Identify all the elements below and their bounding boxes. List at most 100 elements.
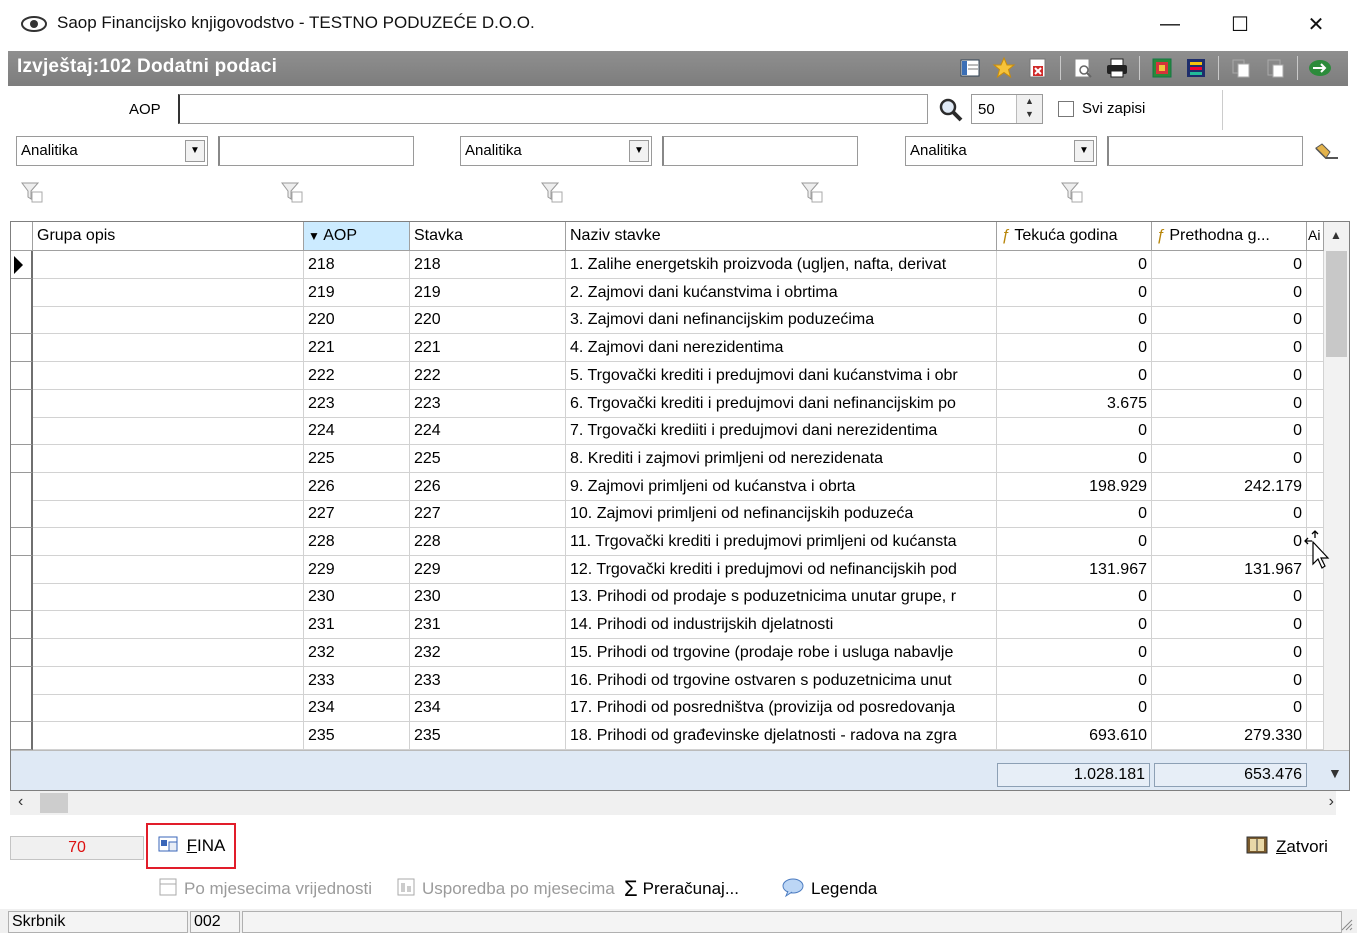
cell-tekuca-godina[interactable]: 0 [997, 666, 1152, 695]
scroll-down-icon[interactable]: ▼ [1328, 765, 1342, 781]
cell-grupa-opis[interactable] [33, 472, 304, 501]
filter-icon[interactable] [1060, 180, 1086, 206]
cell-stavka[interactable]: 224 [410, 417, 566, 446]
table-row[interactable]: 220 220 3. Zajmovi dani nefinancijskim pod… [11, 306, 1324, 335]
legenda-action[interactable]: Legenda [780, 875, 877, 903]
cell-grupa-opis[interactable] [33, 583, 304, 612]
cell-ai[interactable] [1307, 334, 1324, 363]
cell-grupa-opis[interactable] [33, 528, 304, 556]
table-row[interactable]: 218 218 1. Zalihe energetskih proizvoda (u… [11, 251, 1324, 279]
chevron-down-icon[interactable]: ▼ [1074, 140, 1094, 162]
resize-grip-icon[interactable] [1339, 917, 1353, 931]
table-row[interactable]: 219 219 2. Zajmovi dani kućanstvima i obrt… [11, 278, 1324, 307]
row-indicator[interactable] [11, 528, 33, 556]
cell-prethodna-godina[interactable]: 0 [1152, 583, 1307, 612]
cell-naziv-stavke[interactable]: 8. Krediti i zajmovi primljeni od nerezi… [566, 444, 997, 473]
cell-naziv-stavke[interactable]: 11. Trgovački krediti i predujmovi priml… [566, 528, 997, 556]
cell-grupa-opis[interactable] [33, 444, 304, 473]
cell-naziv-stavke[interactable]: 5. Trgovački krediti i predujmovi dani k… [566, 361, 997, 390]
cell-tekuca-godina[interactable]: 131.967 [997, 555, 1152, 584]
table-row[interactable]: 227 227 10. Zajmovi primljeni od nefinanci… [11, 500, 1324, 529]
column-header-grupa-opis[interactable]: Grupa opis [33, 222, 304, 251]
cell-prethodna-godina[interactable]: 0 [1152, 251, 1307, 279]
cell-grupa-opis[interactable] [33, 666, 304, 695]
cell-prethodna-godina[interactable]: 0 [1152, 444, 1307, 473]
table-row[interactable]: 223 223 6. Trgovački krediti i predujmovi … [11, 389, 1324, 418]
row-indicator[interactable] [11, 472, 33, 501]
chevron-down-icon[interactable]: ▼ [629, 140, 649, 162]
cell-ai[interactable] [1307, 361, 1324, 390]
scroll-right-icon[interactable]: › [1329, 793, 1334, 811]
analitika-combo-1[interactable]: Analitika ▼ [16, 136, 208, 166]
cell-tekuca-godina[interactable]: 0 [997, 444, 1152, 473]
maximize-button[interactable]: ☐ [1210, 6, 1270, 42]
column-header-prethodna-godina[interactable]: ƒ Prethodna g... [1152, 222, 1307, 251]
usporedba-po-mjesecima-action[interactable]: Usporedba po mjesecima [395, 875, 615, 903]
table-row[interactable]: 233 233 16. Prihodi od trgovine ostvaren s… [11, 666, 1324, 695]
cell-naziv-stavke[interactable]: 4. Zajmovi dani nerezidentima [566, 334, 997, 363]
column-header-tekuca-godina[interactable]: ƒ Tekuća godina [997, 222, 1152, 251]
cell-tekuca-godina[interactable]: 0 [997, 251, 1152, 279]
cell-aop[interactable]: 235 [304, 721, 410, 750]
delete-doc-icon[interactable] [1024, 54, 1052, 82]
paste-icon[interactable] [1261, 54, 1289, 82]
cell-tekuca-godina[interactable]: 0 [997, 500, 1152, 529]
cell-grupa-opis[interactable] [33, 417, 304, 446]
cell-ai[interactable] [1307, 583, 1324, 612]
table-row[interactable]: 225 225 8. Krediti i zajmovi primljeni od … [11, 444, 1324, 473]
cell-aop[interactable]: 228 [304, 528, 410, 556]
cell-aop[interactable]: 227 [304, 500, 410, 529]
cell-naziv-stavke[interactable]: 10. Zajmovi primljeni od nefinancijskih … [566, 500, 997, 529]
cell-prethodna-godina[interactable]: 0 [1152, 528, 1307, 556]
table-row[interactable]: 232 232 15. Prihodi od trgovine (prodaje r… [11, 638, 1324, 667]
column-header-ai[interactable]: Ai [1307, 222, 1324, 251]
cell-stavka[interactable]: 226 [410, 472, 566, 501]
data-grid[interactable]: Grupa opis ▼ AOP Stavka Naziv stavke ƒ T… [10, 221, 1350, 791]
row-indicator[interactable] [11, 278, 33, 307]
cell-naziv-stavke[interactable]: 13. Prihodi od prodaje s poduzetnicima u… [566, 583, 997, 612]
cell-stavka[interactable]: 218 [410, 251, 566, 279]
row-indicator[interactable] [11, 500, 33, 529]
cell-prethodna-godina[interactable]: 0 [1152, 500, 1307, 529]
analitika-text-1[interactable] [218, 136, 414, 166]
aop-search-input[interactable] [178, 94, 928, 124]
scroll-up-icon[interactable]: ▲ [1330, 228, 1342, 242]
cell-ai[interactable] [1307, 306, 1324, 335]
cell-grupa-opis[interactable] [33, 638, 304, 667]
cell-ai[interactable] [1307, 638, 1324, 667]
cell-stavka[interactable]: 220 [410, 306, 566, 335]
cell-aop[interactable]: 229 [304, 555, 410, 584]
row-indicator[interactable] [11, 417, 33, 446]
cell-ai[interactable] [1307, 500, 1324, 529]
cell-aop[interactable]: 219 [304, 278, 410, 307]
cell-stavka[interactable]: 222 [410, 361, 566, 390]
cell-tekuca-godina[interactable]: 0 [997, 361, 1152, 390]
layout-icon[interactable] [1182, 54, 1210, 82]
row-indicator[interactable] [11, 666, 33, 695]
cell-tekuca-godina[interactable]: 0 [997, 417, 1152, 446]
cell-grupa-opis[interactable] [33, 389, 304, 418]
cell-ai[interactable] [1307, 611, 1324, 640]
cell-prethodna-godina[interactable]: 0 [1152, 278, 1307, 307]
cell-tekuca-godina[interactable]: 0 [997, 583, 1152, 612]
row-indicator[interactable] [11, 389, 33, 418]
cell-prethodna-godina[interactable]: 0 [1152, 666, 1307, 695]
cell-aop[interactable]: 234 [304, 694, 410, 723]
hscroll-thumb[interactable] [40, 793, 68, 813]
cell-stavka[interactable]: 231 [410, 611, 566, 640]
cell-ai[interactable] [1307, 666, 1324, 695]
cell-prethodna-godina[interactable]: 0 [1152, 306, 1307, 335]
cell-tekuca-godina[interactable]: 0 [997, 306, 1152, 335]
cell-ai[interactable] [1307, 389, 1324, 418]
cell-ai[interactable] [1307, 721, 1324, 750]
copy-icon[interactable] [1227, 54, 1255, 82]
export-icon[interactable] [1148, 54, 1176, 82]
cell-ai[interactable] [1307, 251, 1324, 279]
table-row[interactable]: 230 230 13. Prihodi od prodaje s poduzetni… [11, 583, 1324, 612]
table-row[interactable]: 234 234 17. Prihodi od posredništva (provi… [11, 694, 1324, 723]
row-indicator[interactable] [11, 611, 33, 640]
filter-icon[interactable] [280, 180, 306, 206]
cell-grupa-opis[interactable] [33, 555, 304, 584]
cell-naziv-stavke[interactable]: 12. Trgovački krediti i predujmovi od ne… [566, 555, 997, 584]
chevron-down-icon[interactable]: ▼ [185, 140, 205, 162]
